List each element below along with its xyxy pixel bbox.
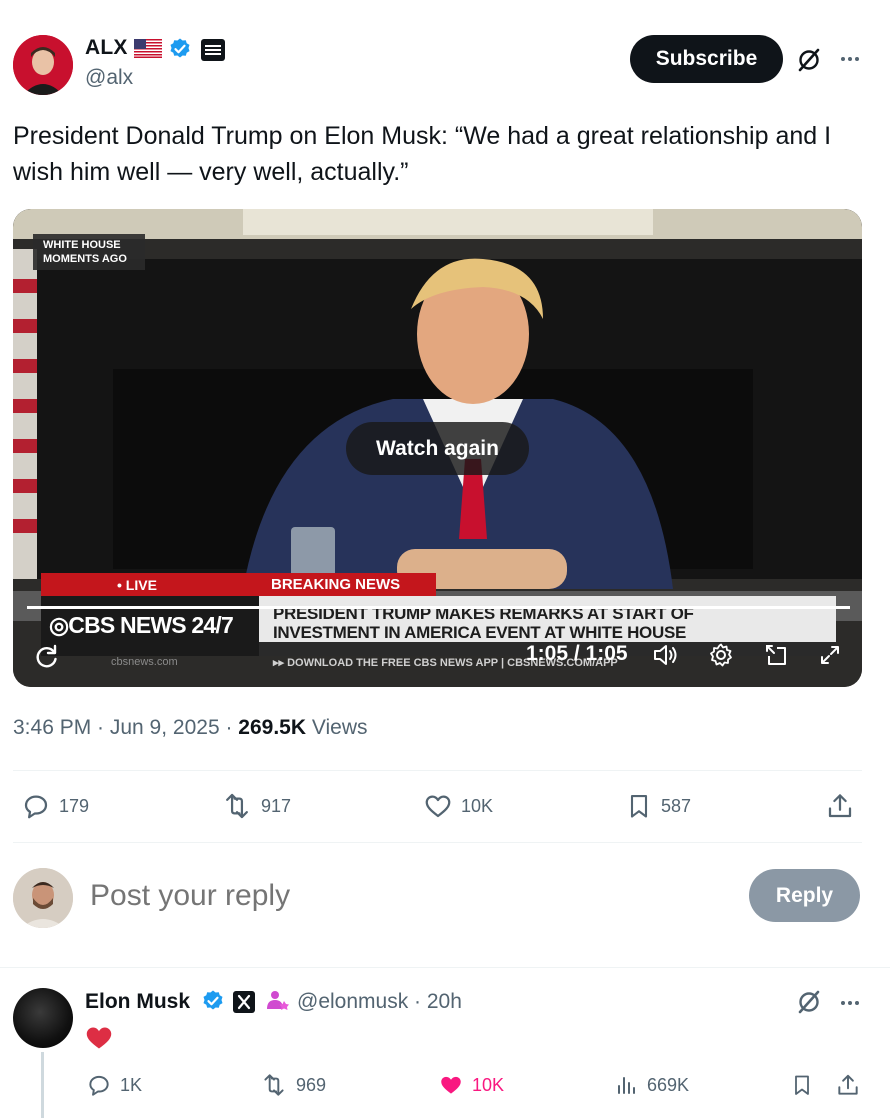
repost-icon — [226, 793, 248, 819]
divider — [13, 842, 862, 843]
reply-input[interactable] — [88, 878, 692, 914]
reply-author-avatar[interactable] — [13, 988, 73, 1048]
reply-tweet-reply-action[interactable]: 1K — [86, 1072, 142, 1098]
divider — [0, 967, 890, 968]
reply-tweet-share-action[interactable] — [835, 1072, 861, 1098]
replay-icon[interactable] — [33, 642, 61, 670]
views-count: 269.5K — [238, 716, 307, 739]
pip-icon[interactable] — [762, 641, 790, 669]
network-name: CBS NEWS 24/7 — [68, 612, 234, 638]
author-handle[interactable]: @alx — [85, 66, 133, 90]
views-icon — [618, 1077, 635, 1094]
video-location-line2: MOMENTS AGO — [43, 253, 127, 265]
bookmark-count: 587 — [661, 795, 692, 816]
watch-again-button[interactable]: Watch again — [346, 422, 529, 475]
verified-icon[interactable] — [201, 989, 225, 1013]
thread-line — [41, 1052, 44, 1118]
reply-tweet-views-action[interactable]: 669K — [615, 1072, 689, 1098]
reply-author-handle[interactable]: @elonmusk · 20h — [297, 990, 462, 1014]
grok-icon[interactable] — [795, 46, 823, 74]
grok-icon[interactable] — [795, 988, 823, 1016]
heart-emoji-icon — [85, 1025, 113, 1051]
site-label: cbsnews.com — [111, 656, 178, 668]
reply-count: 179 — [59, 795, 90, 816]
bookmark-icon — [795, 1075, 809, 1095]
video-location-tag: WHITE HOUSE MOMENTS AGO — [43, 238, 127, 266]
reply-tweet-bookmark-action[interactable] — [790, 1072, 814, 1098]
network-label: ◎CBS NEWS 24/7 — [49, 612, 234, 639]
video-time-display: 1:05 / 1:05 — [526, 642, 628, 665]
repost-count: 917 — [261, 795, 292, 816]
like-icon-filled — [441, 1076, 461, 1094]
tweet-text: President Donald Trump on Elon Musk: “We… — [13, 122, 832, 186]
reply-button[interactable]: Reply — [749, 869, 860, 922]
repost-icon — [264, 1074, 284, 1096]
views-label: Views — [306, 716, 368, 739]
reply-icon — [89, 1075, 109, 1096]
live-label: • LIVE — [117, 577, 157, 593]
reply-icon — [24, 795, 48, 819]
breaking-news-label: BREAKING NEWS — [271, 576, 401, 593]
like-action[interactable]: 10K — [423, 791, 493, 821]
video-progress-bar[interactable] — [27, 606, 850, 609]
repost-count: 969 — [296, 1074, 327, 1095]
cbs-eye-icon: ◎ — [49, 612, 69, 638]
more-icon[interactable] — [837, 46, 863, 72]
affiliate-badge-icon[interactable] — [201, 39, 225, 61]
author-name[interactable]: ALX — [85, 36, 128, 60]
more-icon[interactable] — [837, 990, 863, 1016]
fullscreen-icon[interactable] — [816, 641, 844, 669]
video-location-line1: WHITE HOUSE — [43, 239, 121, 251]
volume-icon[interactable] — [652, 641, 682, 669]
subscribe-button[interactable]: Subscribe — [630, 35, 783, 83]
bookmark-icon — [630, 795, 648, 818]
current-user-avatar[interactable] — [13, 868, 73, 928]
like-count: 10K — [472, 1074, 505, 1095]
reply-action[interactable]: 179 — [21, 791, 89, 821]
author-avatar[interactable] — [13, 35, 73, 95]
divider — [13, 770, 862, 771]
bookmark-action[interactable]: 587 — [625, 791, 691, 821]
flag-us-icon — [134, 39, 162, 58]
reply-tweet-like-action[interactable]: 10K — [438, 1072, 504, 1098]
settings-icon[interactable] — [707, 641, 735, 669]
reply-author-name[interactable]: Elon Musk — [85, 990, 190, 1014]
share-action[interactable] — [825, 791, 855, 821]
chyron-headline: PRESIDENT TRUMP MAKES REMARKS AT START O… — [273, 604, 694, 642]
share-icon — [838, 1074, 858, 1095]
x-affiliate-icon[interactable] — [233, 991, 255, 1013]
repost-action[interactable]: 917 — [221, 791, 291, 821]
views-count: 669K — [647, 1074, 690, 1095]
reply-tweet-repost-action[interactable]: 969 — [260, 1072, 326, 1098]
chyron-line2: INVESTMENT IN AMERICA EVENT AT WHITE HOU… — [273, 623, 687, 642]
tweet-timestamp[interactable]: 3:46 PM · Jun 9, 2025 · — [13, 716, 238, 739]
reply-count: 1K — [120, 1074, 143, 1095]
share-icon — [828, 794, 852, 818]
like-icon — [425, 795, 451, 818]
parody-affiliate-icon — [264, 989, 290, 1013]
like-count: 10K — [461, 795, 494, 816]
verified-icon[interactable] — [168, 37, 192, 61]
tweet-meta: 3:46 PM · Jun 9, 2025 · 269.5K Views — [13, 716, 368, 740]
